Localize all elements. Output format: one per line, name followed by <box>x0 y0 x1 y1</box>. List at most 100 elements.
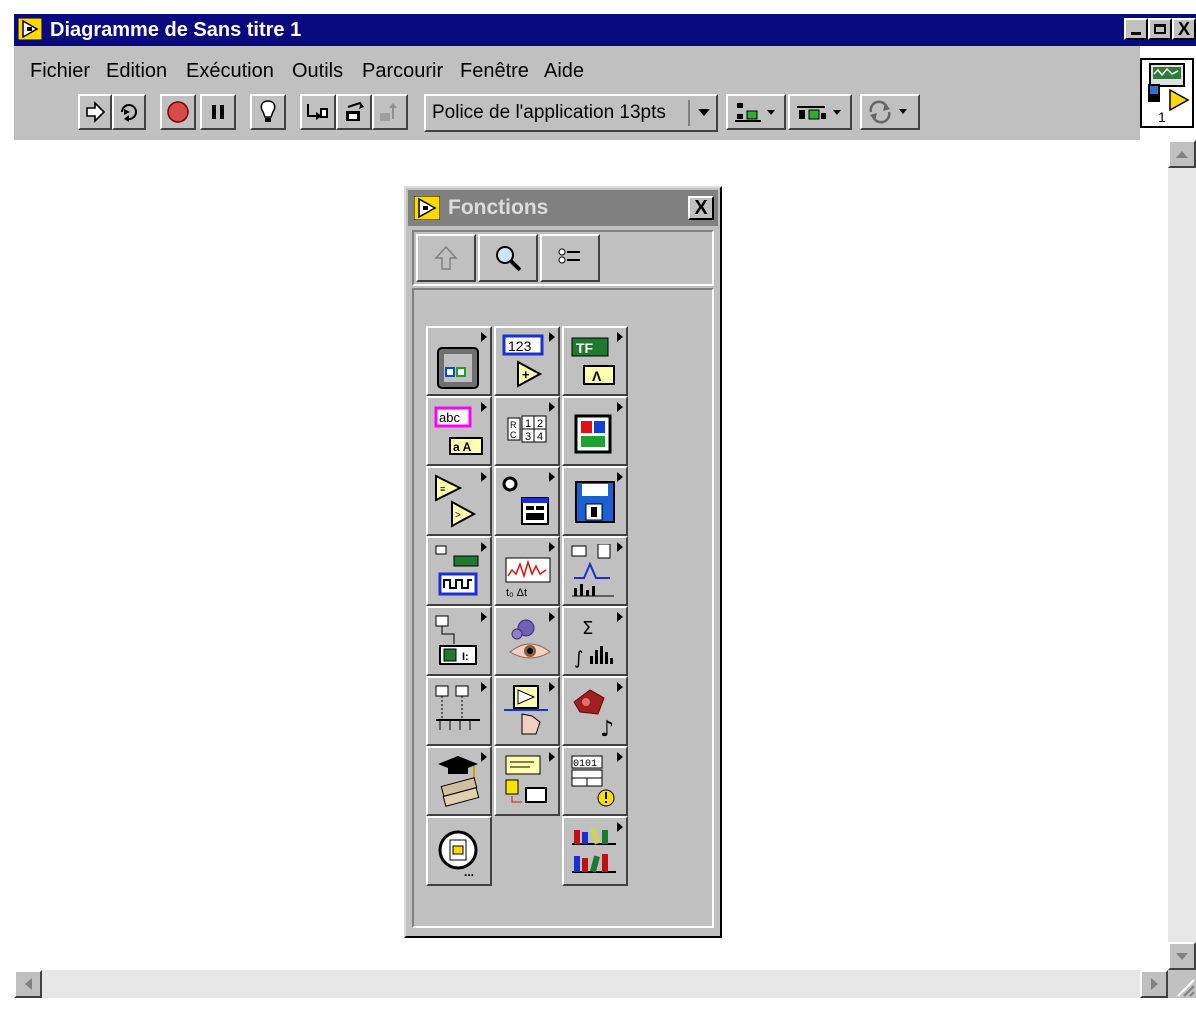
application-control-cell[interactable] <box>494 676 560 746</box>
menu-edition[interactable]: Edition <box>106 60 167 83</box>
pause-button[interactable] <box>200 94 236 130</box>
numeric-cell[interactable]: 123 + <box>494 326 560 396</box>
arrow-left-icon <box>24 978 32 990</box>
palette-options-button[interactable] <box>540 234 600 282</box>
run-continuously-icon <box>121 104 137 122</box>
run-continuously-button[interactable] <box>112 94 146 130</box>
chevron-down-icon <box>698 109 710 116</box>
functions-palette[interactable]: Fonctions X 123 + TF Λ abc a A RC1234 ≡ … <box>404 186 722 938</box>
advanced-icon: 0101 <box>571 755 615 807</box>
menu-aide[interactable]: Aide <box>544 60 584 83</box>
palette-up-button[interactable] <box>416 234 476 282</box>
string-cell[interactable]: abc a A <box>426 396 492 466</box>
data-acquisition-cell[interactable] <box>426 536 492 606</box>
scroll-left-button[interactable] <box>14 970 42 998</box>
vi-icon-panel[interactable]: 1 <box>1140 58 1194 128</box>
scroll-down-button[interactable] <box>1168 942 1196 970</box>
minimize-button[interactable] <box>1124 18 1148 40</box>
menu-parcourir[interactable]: Parcourir <box>362 60 443 83</box>
svg-text:♪: ♪ <box>600 717 614 740</box>
svg-text:...: ... <box>464 865 474 879</box>
graphics-sound-cell[interactable]: ♪ <box>562 676 628 746</box>
menu-fenetre[interactable]: Fenêtre <box>460 60 529 83</box>
svg-text:1: 1 <box>525 418 531 430</box>
palette-title-bar[interactable]: Fonctions X <box>408 190 718 226</box>
user-libraries-cell[interactable] <box>562 816 628 886</box>
file-io-cell[interactable] <box>494 466 560 536</box>
window-title: Diagramme de Sans titre 1 <box>50 19 302 41</box>
pause-icon <box>212 105 224 119</box>
svg-text:Σ: Σ <box>582 618 593 639</box>
distribute-objects-button[interactable] <box>788 94 852 130</box>
tutorial-cell[interactable] <box>426 746 492 816</box>
mathematics-cell[interactable]: Σ ∫ <box>562 606 628 676</box>
comparison-cell[interactable] <box>562 396 628 466</box>
window-title-bar[interactable]: Diagramme de Sans titre 1 X <box>14 14 1196 46</box>
horizontal-scrollbar[interactable] <box>14 970 1168 998</box>
svg-text:2: 2 <box>537 418 543 430</box>
toolbar: Police de l'application 13pts <box>14 90 1140 140</box>
highlight-execution-button[interactable] <box>250 94 286 130</box>
report-generation-cell[interactable] <box>494 746 560 816</box>
array-cluster-cell[interactable]: RC1234 <box>494 396 560 466</box>
abort-button[interactable] <box>160 94 196 130</box>
analyze-icon <box>571 544 614 597</box>
comparison-icon <box>574 414 612 454</box>
analyze-cell[interactable] <box>562 536 628 606</box>
svg-text:C: C <box>510 430 517 440</box>
communication-cell[interactable] <box>426 676 492 746</box>
search-icon <box>496 246 522 272</box>
select-vi-cell[interactable]: ... <box>426 816 492 886</box>
scroll-up-button[interactable] <box>1168 140 1196 168</box>
close-icon: X <box>694 196 708 219</box>
boolean-icon: TF Λ <box>571 337 615 385</box>
palette-toolbar <box>412 230 714 286</box>
instrument-io-cell[interactable]: I: <box>426 606 492 676</box>
boolean-label: TF <box>576 340 594 356</box>
resize-grip[interactable] <box>1168 970 1196 998</box>
motion-vision-cell[interactable] <box>494 606 560 676</box>
labview-palette-icon <box>414 196 440 220</box>
align-objects-button[interactable] <box>726 94 786 130</box>
string-label: abc <box>439 410 460 425</box>
advanced-cell[interactable]: 0101 <box>562 746 628 816</box>
abort-icon <box>167 101 189 123</box>
file-save-cell[interactable] <box>562 466 628 536</box>
palette-search-button[interactable] <box>478 234 538 282</box>
highlight-execution-icon <box>260 100 276 122</box>
graphics-sound-icon: ♪ <box>573 689 614 740</box>
palette-close-button[interactable]: X <box>688 196 714 220</box>
retain-wire-values-button[interactable] <box>300 94 336 130</box>
font-dropdown-value: Police de l'application 13pts <box>432 102 666 123</box>
arrow-down-icon <box>1176 952 1188 960</box>
svg-text:Λ: Λ <box>592 368 602 384</box>
scroll-right-button[interactable] <box>1140 970 1168 998</box>
waveform-cell[interactable]: t₀ Δt <box>494 536 560 606</box>
svg-text:R: R <box>510 420 517 430</box>
run-button[interactable] <box>78 94 112 130</box>
boolean-cell[interactable]: TF Λ <box>562 326 628 396</box>
minimize-icon <box>1131 31 1141 35</box>
menu-execution[interactable]: Exécution <box>186 60 274 83</box>
reorder-button[interactable] <box>860 94 920 130</box>
close-button[interactable]: X <box>1172 18 1196 40</box>
time-dialog-cell[interactable]: ≡ > <box>426 466 492 536</box>
align-icon <box>735 103 775 122</box>
vertical-scrollbar[interactable] <box>1168 140 1196 970</box>
array-cluster-icon: RC1 23 4 <box>507 415 547 443</box>
instrument-io-icon: I: <box>435 615 477 665</box>
palette-body: 123 + TF Λ abc a A RC1234 ≡ > t₀ Δt I: Σ… <box>412 288 714 928</box>
svg-text:4: 4 <box>537 431 543 443</box>
svg-text:+: + <box>522 367 530 382</box>
select-vi-icon: ... <box>438 830 478 879</box>
data-acquisition-icon <box>435 545 479 596</box>
vi-connector-icon: 1 <box>1148 63 1190 125</box>
menu-fichier[interactable]: Fichier <box>30 60 90 83</box>
maximize-button[interactable] <box>1148 18 1172 40</box>
communication-icon <box>435 685 480 730</box>
step-out-button[interactable] <box>372 94 408 130</box>
font-dropdown[interactable]: Police de l'application 13pts <box>424 94 718 132</box>
menu-outils[interactable]: Outils <box>292 60 343 83</box>
structures-cell[interactable] <box>426 326 492 396</box>
step-into-button[interactable] <box>336 94 372 130</box>
